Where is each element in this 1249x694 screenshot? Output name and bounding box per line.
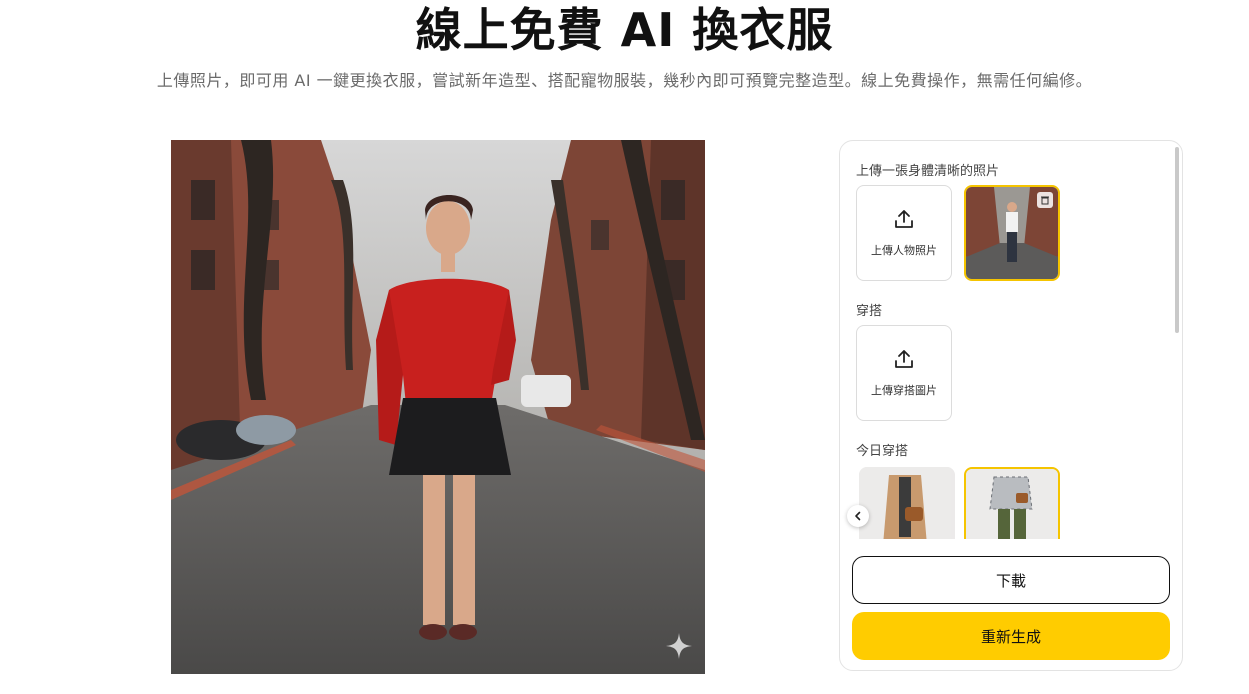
upload-icon — [893, 348, 915, 374]
title-highlight: 免費 — [509, 3, 604, 57]
trash-icon[interactable] — [1037, 192, 1053, 208]
upload-icon — [893, 208, 915, 234]
upload-person-button[interactable]: 上傳人物照片 — [856, 185, 952, 281]
upload-outfit-button[interactable]: 上傳穿搭圖片 — [856, 325, 952, 421]
result-photo — [171, 140, 705, 674]
list-fade — [840, 539, 1170, 553]
outfit-option-selected[interactable] — [964, 467, 1060, 545]
title-part-2: AI 換衣服 — [603, 3, 834, 57]
page-subtitle: 上傳照片，即可用 AI 一鍵更換衣服，嘗試新年造型、搭配寵物服裝，幾秒內即可預覽… — [156, 71, 1093, 90]
page-title: 線上免費 AI 換衣服 — [0, 2, 1249, 58]
chevron-left-icon[interactable] — [847, 505, 869, 527]
person-thumbnail[interactable] — [964, 185, 1060, 281]
title-part-1: 線上 — [415, 3, 510, 57]
result-photo-image — [171, 140, 705, 674]
sparkle-icon — [665, 632, 693, 660]
control-panel: 上傳一張身體清晰的照片 上傳人物照片 穿搭 上傳穿搭圖片 今日穿搭 下載 重新生… — [839, 140, 1183, 671]
regenerate-button[interactable]: 重新生成 — [852, 612, 1170, 660]
upload-person-label: 上傳人物照片 — [871, 244, 937, 257]
today-outfit-label: 今日穿搭 — [856, 444, 909, 459]
outfit-option-image — [859, 467, 951, 545]
outfit-option[interactable] — [859, 467, 955, 545]
outfit-option-selected-image — [966, 469, 1058, 545]
outfit-section-label: 穿搭 — [856, 304, 883, 319]
panel-scrollbar[interactable] — [1175, 147, 1179, 333]
upload-outfit-label: 上傳穿搭圖片 — [871, 384, 937, 397]
person-section-label: 上傳一張身體清晰的照片 — [856, 164, 1000, 179]
download-button[interactable]: 下載 — [852, 556, 1170, 604]
